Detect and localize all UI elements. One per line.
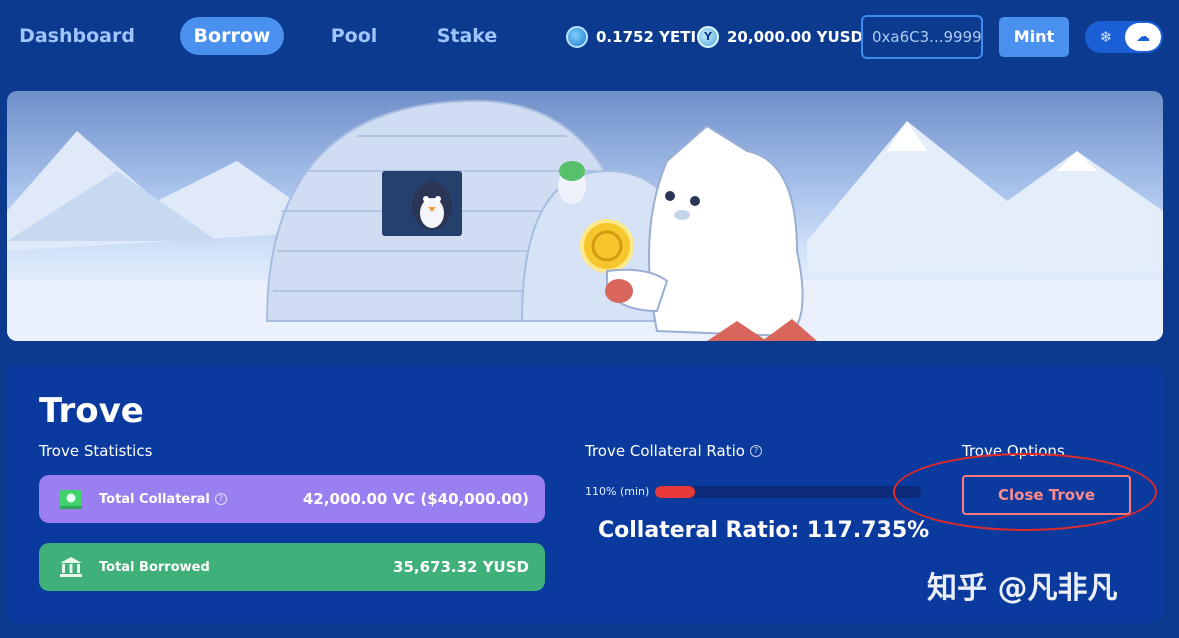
theme-toggle[interactable]: ❄ ☁: [1085, 21, 1163, 53]
top-nav: Dashboard Borrow Pool Stake 0.1752 YETI …: [0, 0, 1179, 74]
total-collateral-label: Total Collateral: [99, 491, 210, 507]
total-collateral-value: 42,000.00 VC ($40,000.00): [302, 490, 529, 508]
trove-card: Trove Trove Statistics Total Collateral …: [7, 365, 1163, 623]
trove-title: Trove: [39, 391, 144, 431]
nav-borrow[interactable]: Borrow: [180, 17, 284, 55]
snowflake-icon: ❄: [1099, 28, 1113, 46]
mint-button[interactable]: Mint: [999, 17, 1069, 57]
yusd-balance: Y 20,000.00 YUSD: [697, 24, 863, 50]
nav-pool[interactable]: Pool: [314, 17, 394, 55]
total-borrowed-row: Total Borrowed 35,673.32 YUSD: [39, 543, 545, 591]
yusd-balance-value: 20,000.00 YUSD: [727, 28, 863, 46]
yeti-token-icon: [566, 26, 588, 48]
min-ratio-label: 110% (min): [585, 485, 650, 498]
yusd-token-icon: Y: [697, 26, 719, 48]
watermark: 知乎 @凡非凡: [927, 571, 1118, 606]
collateral-ratio-bar-fill: [655, 486, 695, 498]
cloud-icon: ☁: [1125, 23, 1161, 51]
trove-statistics-label: Trove Statistics: [39, 442, 153, 460]
total-borrowed-label: Total Borrowed: [99, 559, 210, 575]
yeti-balance: 0.1752 YETI: [566, 24, 696, 50]
bank-icon: [59, 555, 83, 579]
nav-stake[interactable]: Stake: [424, 17, 510, 55]
collateral-ratio-value: Collateral Ratio: 117.735%: [598, 518, 930, 543]
yeti-balance-value: 0.1752 YETI: [596, 28, 697, 46]
collateral-ratio-bar: [655, 486, 921, 498]
annotation-ellipse: [893, 453, 1157, 531]
help-icon[interactable]: ?: [214, 493, 227, 505]
cash-icon: [59, 487, 83, 511]
help-icon[interactable]: ?: [749, 445, 762, 457]
nav-dashboard[interactable]: Dashboard: [12, 17, 142, 55]
total-collateral-row: Total Collateral ? 42,000.00 VC ($40,000…: [39, 475, 545, 523]
collateral-ratio-label: Trove Collateral Ratio: [585, 442, 745, 460]
wallet-address-button[interactable]: 0xa6C3...9999: [861, 15, 983, 59]
hero-banner: [7, 91, 1163, 341]
collateral-ratio-header: Trove Collateral Ratio ?: [585, 442, 762, 460]
total-borrowed-value: 35,673.32 YUSD: [393, 558, 529, 576]
banner-illustration: [7, 99, 1163, 341]
